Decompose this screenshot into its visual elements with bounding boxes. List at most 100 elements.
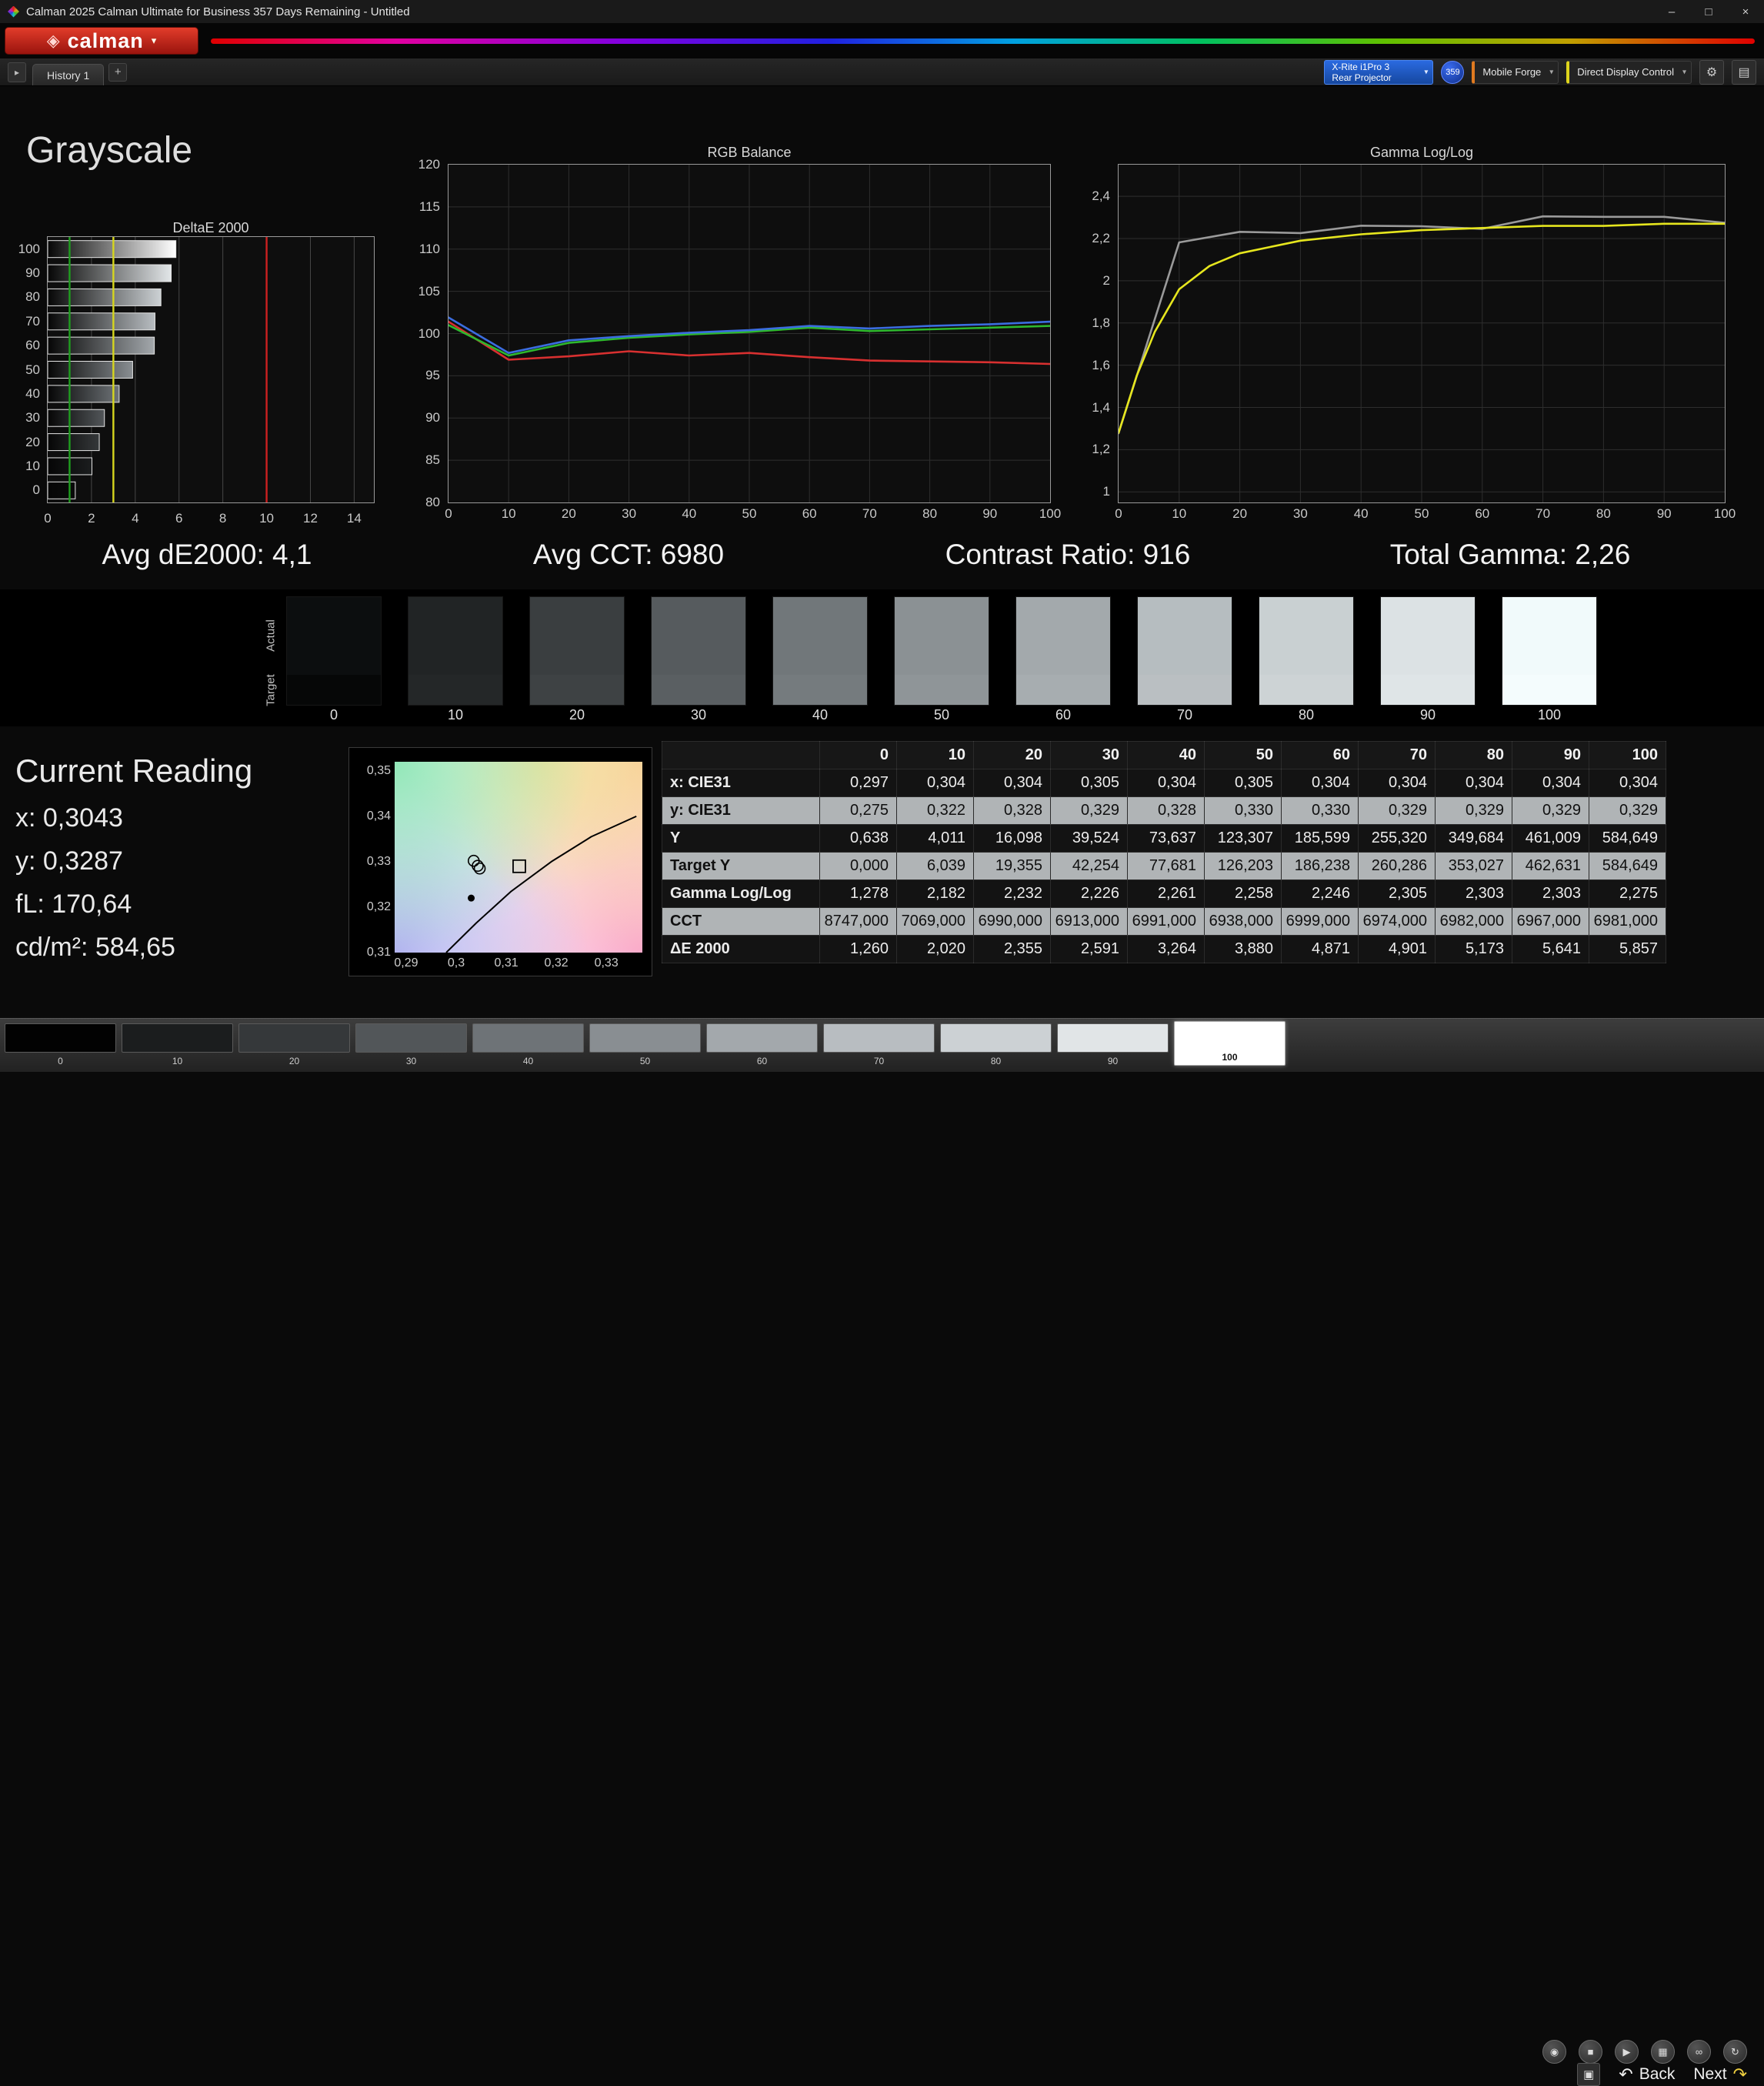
table-row-label: Target Y [662, 852, 820, 880]
display-control-label: Direct Display Control [1577, 66, 1674, 78]
axis-tick-label: 30 [1292, 506, 1308, 521]
patch-60 [1015, 596, 1111, 706]
grayscale-level-button-0[interactable] [5, 1023, 116, 1053]
grayscale-level-button-70[interactable] [823, 1023, 935, 1053]
deltae-bar [47, 361, 133, 379]
table-cell: 584,649 [1589, 824, 1666, 853]
maximize-button[interactable]: □ [1690, 0, 1727, 23]
tab-history-1[interactable]: History 1 [32, 64, 105, 85]
add-tab-button[interactable]: + [108, 62, 128, 82]
table-cell: 0,329 [1050, 796, 1128, 825]
grayscale-level-button-100[interactable]: 100 [1174, 1021, 1285, 1066]
table-row-label: ΔE 2000 [662, 935, 820, 963]
actual-patch [1502, 597, 1596, 675]
axis-tick-label: 1 [1102, 484, 1110, 499]
target-patch [1259, 675, 1353, 705]
meter-dropdown[interactable]: X-Rite i1Pro 3 Rear Projector ▾ [1324, 59, 1434, 85]
swatch-button-label: 80 [990, 1056, 1002, 1066]
rotate-icon[interactable]: ↻ [1723, 2040, 1747, 2064]
loop-icon[interactable]: ∞ [1687, 2040, 1711, 2064]
swatch-button-label: 60 [756, 1056, 768, 1066]
window-controls: – □ × [1653, 0, 1764, 23]
table-cell: 2,591 [1050, 935, 1128, 963]
target-patch [1016, 675, 1110, 705]
axis-tick-label: 95 [425, 368, 440, 383]
swatch-button-label: 10 [172, 1056, 183, 1066]
target-patch [287, 675, 381, 705]
table-cell: 2,261 [1127, 879, 1205, 908]
play-icon[interactable]: ▶ [1615, 2040, 1639, 2064]
page-title: Grayscale [26, 130, 193, 171]
display-control-dropdown[interactable]: Direct Display Control ▾ [1566, 60, 1692, 84]
source-dropdown[interactable]: Mobile Forge ▾ [1472, 60, 1559, 84]
window-icon[interactable]: ▣ [1577, 2063, 1601, 2086]
deltae-canvas [47, 237, 355, 502]
table-cell: 3,264 [1127, 935, 1205, 963]
axis-tick-label: 10 [25, 458, 40, 473]
table-cell: 8747,000 [819, 907, 897, 936]
table-cell: 0,304 [1281, 769, 1359, 797]
grayscale-level-button-30[interactable] [355, 1023, 467, 1053]
axis-tick-label: 0 [1115, 506, 1122, 521]
axis-tick-label: 60 [1475, 506, 1490, 521]
axis-tick-label: 80 [922, 506, 938, 521]
capture-icon[interactable]: ◉ [1542, 2040, 1566, 2064]
calman-menu-button[interactable]: ◈ calman ▾ [5, 27, 198, 55]
deltae-bar [47, 433, 100, 452]
axis-tick-label: 2,2 [1092, 231, 1110, 246]
stop-icon[interactable]: ■ [1579, 2040, 1602, 2064]
table-cell: 186,238 [1281, 852, 1359, 880]
patch-70 [1137, 596, 1232, 706]
table-cell: 16,098 [973, 824, 1051, 853]
axis-tick-label: 1,2 [1092, 442, 1110, 457]
target-patch [895, 675, 989, 705]
axis-tick-label: 100 [1713, 506, 1736, 521]
rgb-balance-chart [447, 164, 1052, 503]
axis-tick-label: 1,4 [1092, 399, 1110, 415]
table-cell: 5,173 [1435, 935, 1512, 963]
table-cell: 42,254 [1050, 852, 1128, 880]
grayscale-level-button-50[interactable] [589, 1023, 701, 1053]
table-cell: 6999,000 [1281, 907, 1359, 936]
minimize-button[interactable]: – [1653, 0, 1690, 23]
grid-icon[interactable]: ▦ [1651, 2040, 1675, 2064]
grayscale-level-button-20[interactable] [238, 1023, 350, 1053]
next-button[interactable]: Next ↷ [1693, 2064, 1747, 2084]
panel-layout-icon[interactable]: ▤ [1732, 59, 1756, 85]
table-cell: 6981,000 [1589, 907, 1666, 936]
patch-20 [529, 596, 625, 706]
chevron-down-icon: ▾ [1682, 68, 1686, 76]
grayscale-level-button-60[interactable] [706, 1023, 818, 1053]
table-cell: 5,857 [1589, 935, 1666, 963]
table-cell: 0,304 [1589, 769, 1666, 797]
table-cell: 7069,000 [896, 907, 974, 936]
table-row: Gamma Log/Log 1,278 2,182 2,232 2,226 2,261 2,… [662, 879, 1666, 908]
close-button[interactable]: × [1727, 0, 1764, 23]
grayscale-level-button-40[interactable] [472, 1023, 584, 1053]
table-col-header: 20 [973, 741, 1051, 769]
deltae-chart-title: DeltaE 2000 [172, 220, 249, 235]
window-title: Calman 2025 Calman Ultimate for Business… [26, 5, 410, 18]
axis-tick-label: 105 [418, 283, 440, 299]
table-cell: 584,649 [1589, 852, 1666, 880]
rainbow-divider [211, 38, 1755, 44]
grayscale-level-button-80[interactable] [940, 1023, 1052, 1053]
axis-tick-label: 60 [25, 338, 40, 353]
table-cell: 0,322 [896, 796, 974, 825]
table-cell: 255,320 [1358, 824, 1436, 853]
expander-icon[interactable]: ▸ [8, 62, 26, 82]
menu-bar: ◈ calman ▾ [0, 23, 1764, 58]
swatch-button-label: 0 [58, 1056, 63, 1066]
grayscale-level-button-10[interactable] [122, 1023, 233, 1053]
back-button[interactable]: ↶ Back [1619, 2064, 1675, 2084]
axis-tick-label: 90 [982, 506, 998, 521]
meter-name: X-Rite i1Pro 3 [1332, 61, 1390, 72]
gear-icon[interactable]: ⚙ [1699, 59, 1724, 85]
table-cell: 0,304 [896, 769, 974, 797]
grayscale-level-button-90[interactable] [1057, 1023, 1169, 1053]
target-patch [530, 675, 624, 705]
table-cell: 2,020 [896, 935, 974, 963]
actual-patch [1259, 597, 1353, 675]
axis-tick-label: 50 [742, 506, 757, 521]
axis-tick-label: 100 [18, 241, 40, 256]
